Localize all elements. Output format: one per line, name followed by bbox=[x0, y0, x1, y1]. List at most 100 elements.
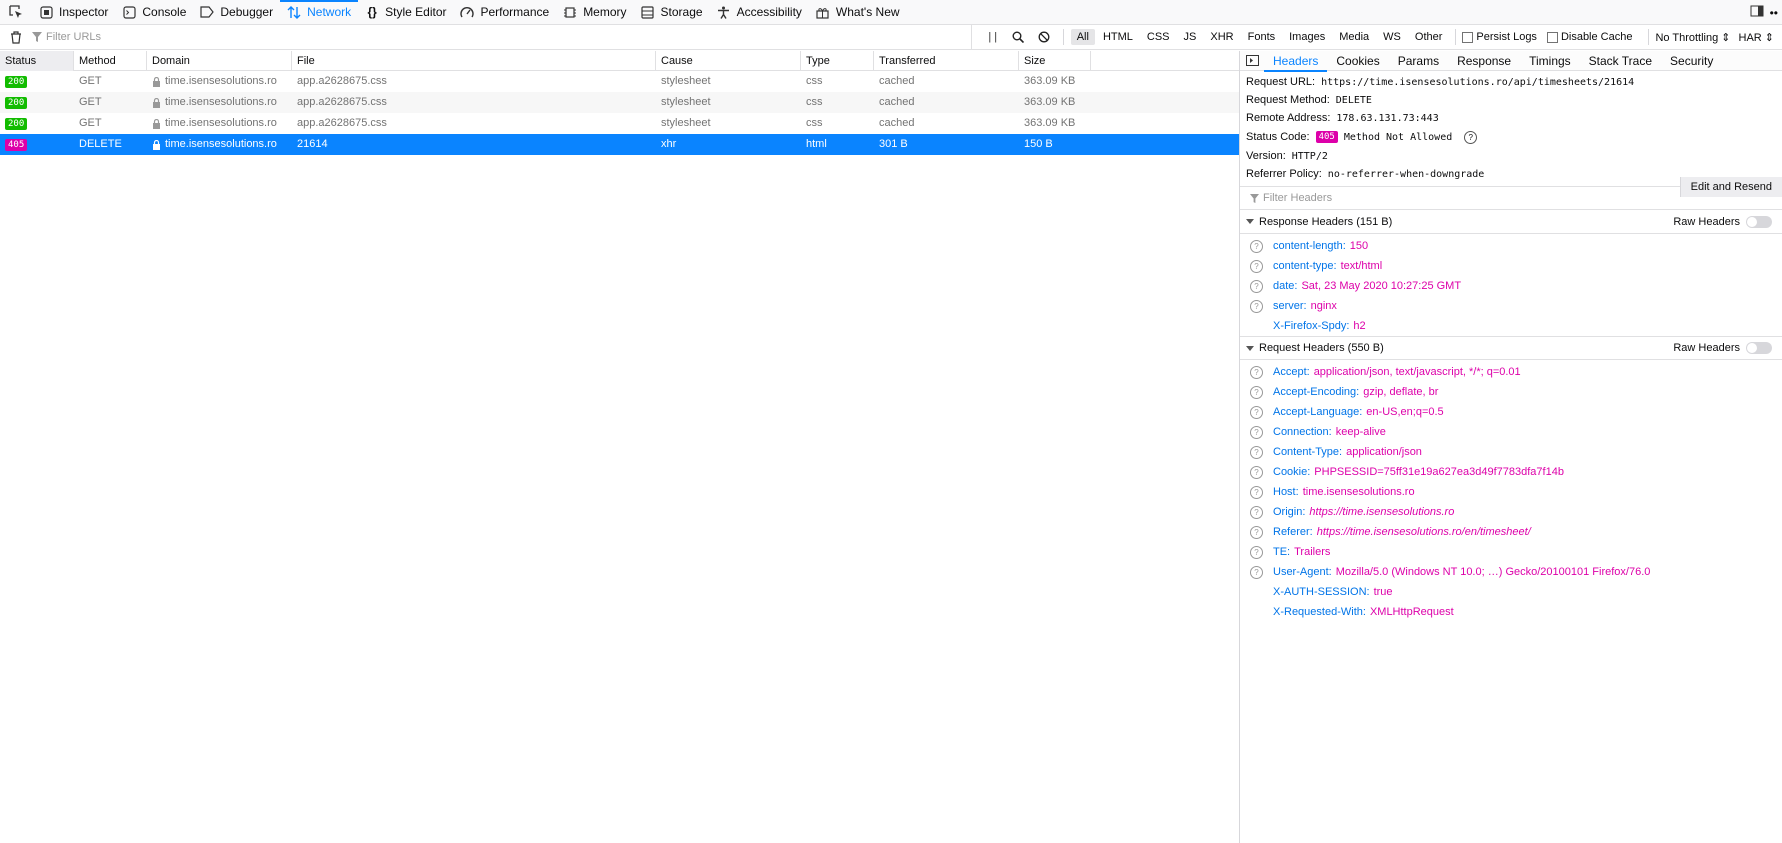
toggle-panel-button[interactable] bbox=[1240, 55, 1264, 66]
clear-button[interactable] bbox=[0, 30, 32, 44]
cell-text: 363.09 KB bbox=[1024, 75, 1076, 87]
header-row[interactable]: ? content-length: 150 bbox=[1240, 236, 1782, 256]
header-row[interactable]: ? Connection: keep-alive bbox=[1240, 422, 1782, 442]
request-headers-section[interactable]: Request Headers (550 B) Raw Headers bbox=[1240, 336, 1782, 360]
tab-console[interactable]: Console bbox=[115, 0, 193, 25]
header-row[interactable]: ? Origin: https://time.isensesolutions.ro bbox=[1240, 502, 1782, 522]
column-header-method[interactable]: Method bbox=[74, 51, 147, 71]
filter-type-other[interactable]: Other bbox=[1409, 29, 1449, 45]
details-tab-response[interactable]: Response bbox=[1448, 51, 1520, 71]
har-menu[interactable]: HAR ⇕ bbox=[1739, 31, 1775, 44]
header-row[interactable]: X-AUTH-SESSION: true bbox=[1240, 582, 1782, 602]
filter-type-all[interactable]: All bbox=[1070, 29, 1095, 45]
tab-memory[interactable]: Memory bbox=[556, 0, 633, 25]
column-header-cause[interactable]: Cause bbox=[656, 51, 801, 71]
help-icon[interactable]: ? bbox=[1250, 365, 1263, 379]
pause-button[interactable]: | | bbox=[980, 31, 1006, 43]
column-header-transferred[interactable]: Transferred bbox=[874, 51, 1019, 71]
help-icon[interactable]: ? bbox=[1250, 545, 1263, 559]
element-picker-button[interactable] bbox=[0, 0, 32, 25]
tab-style-editor[interactable]: {} Style Editor bbox=[358, 0, 453, 25]
request-method: DELETE bbox=[1335, 94, 1372, 106]
response-headers-section[interactable]: Response Headers (151 B) Raw Headers bbox=[1240, 210, 1782, 234]
column-header-file[interactable]: File bbox=[292, 51, 656, 71]
details-tab-timings[interactable]: Timings bbox=[1520, 51, 1580, 71]
column-header-type[interactable]: Type bbox=[801, 51, 874, 71]
throttling-select[interactable]: No Throttling ⇕ bbox=[1655, 31, 1730, 44]
cell-type: html bbox=[801, 134, 874, 155]
header-row[interactable]: ? Host: time.isensesolutions.ro bbox=[1240, 482, 1782, 502]
help-icon[interactable]: ? bbox=[1250, 279, 1263, 293]
table-row[interactable]: 405 DELETE time.isensesolutions.ro 21614 xhr… bbox=[0, 134, 1239, 155]
details-tab-headers[interactable]: Headers bbox=[1264, 51, 1328, 72]
help-icon[interactable]: ? bbox=[1250, 299, 1263, 313]
persist-logs-checkbox[interactable]: Persist Logs bbox=[1462, 31, 1537, 43]
filter-type-js[interactable]: JS bbox=[1178, 29, 1203, 45]
header-row[interactable]: ? content-type: text/html bbox=[1240, 256, 1782, 276]
cell-domain: time.isensesolutions.ro bbox=[147, 113, 292, 134]
header-row[interactable]: ? Accept: application/json, text/javascrip… bbox=[1240, 362, 1782, 382]
table-row[interactable]: 200 GET time.isensesolutions.ro app.a262867… bbox=[0, 92, 1239, 113]
filter-type-html[interactable]: HTML bbox=[1097, 29, 1139, 45]
network-filter-controls: | | All HTML CSS JS XHR Fonts Images Media WS Oth… bbox=[980, 25, 1782, 50]
details-tab-stack-trace[interactable]: Stack Trace bbox=[1580, 51, 1661, 71]
help-icon[interactable]: ? bbox=[1250, 565, 1263, 579]
header-row[interactable]: ? Accept-Encoding: gzip, deflate, br bbox=[1240, 382, 1782, 402]
tab-performance[interactable]: Performance bbox=[453, 0, 556, 25]
header-value: XMLHttpRequest bbox=[1369, 606, 1454, 618]
dock-icon[interactable] bbox=[1750, 4, 1764, 21]
header-row[interactable]: ? date: Sat, 23 May 2020 10:27:25 GMT bbox=[1240, 276, 1782, 296]
tab-debugger[interactable]: Debugger bbox=[193, 0, 280, 25]
table-row[interactable]: 200 GET time.isensesolutions.ro app.a262867… bbox=[0, 113, 1239, 134]
tab-accessibility[interactable]: Accessibility bbox=[710, 0, 809, 25]
header-row[interactable]: ? Content-Type: application/json bbox=[1240, 442, 1782, 462]
disable-cache-checkbox[interactable]: Disable Cache bbox=[1546, 31, 1632, 43]
tab-storage[interactable]: Storage bbox=[634, 0, 710, 25]
details-tab-cookies[interactable]: Cookies bbox=[1327, 51, 1388, 71]
search-button[interactable] bbox=[1006, 31, 1032, 43]
header-row[interactable]: ? Accept-Language: en-US,en;q=0.5 bbox=[1240, 402, 1782, 422]
filter-type-ws[interactable]: WS bbox=[1377, 29, 1407, 45]
block-button[interactable] bbox=[1031, 31, 1057, 43]
help-icon[interactable]: ? bbox=[1250, 505, 1263, 519]
header-row[interactable]: ? Cookie: PHPSESSID=75ff31e19a627ea3d49f77… bbox=[1240, 462, 1782, 482]
element-picker-icon bbox=[9, 5, 22, 18]
help-icon[interactable]: ? bbox=[1250, 405, 1263, 419]
header-row[interactable]: ? User-Agent: Mozilla/5.0 (Windows NT 10.0… bbox=[1240, 562, 1782, 582]
header-value: PHPSESSID=75ff31e19a627ea3d49f7783dfa7f1… bbox=[1314, 466, 1564, 478]
devtools-toolbar: Inspector Console Debugger Network {} Style E… bbox=[0, 0, 1782, 25]
tab-what-s-new[interactable]: What's New bbox=[809, 0, 907, 25]
help-icon[interactable]: ? bbox=[1250, 465, 1263, 479]
column-header-size[interactable]: Size bbox=[1019, 51, 1091, 71]
header-row[interactable]: ? Referer: https://time.isensesolutions.ro… bbox=[1240, 522, 1782, 542]
filter-type-media[interactable]: Media bbox=[1333, 29, 1375, 45]
filter-urls-input[interactable]: Filter URLs bbox=[32, 24, 972, 50]
header-row[interactable]: X-Firefox-Spdy: h2 bbox=[1240, 316, 1782, 336]
header-row[interactable]: ? server: nginx bbox=[1240, 296, 1782, 316]
filter-type-images[interactable]: Images bbox=[1283, 29, 1331, 45]
header-row[interactable]: X-Requested-With: XMLHttpRequest bbox=[1240, 602, 1782, 622]
details-tab-security[interactable]: Security bbox=[1661, 51, 1722, 71]
help-icon[interactable]: ? bbox=[1250, 425, 1263, 439]
edit-and-resend-button[interactable]: Edit and Resend bbox=[1679, 177, 1782, 197]
help-icon[interactable]: ? bbox=[1250, 485, 1263, 499]
help-icon[interactable]: ? bbox=[1250, 259, 1263, 273]
filter-type-css[interactable]: CSS bbox=[1141, 29, 1176, 45]
help-icon[interactable]: ? bbox=[1250, 385, 1263, 399]
filter-type-xhr[interactable]: XHR bbox=[1204, 29, 1239, 45]
raw-headers-toggle[interactable]: Raw Headers bbox=[1673, 342, 1772, 354]
column-header-domain[interactable]: Domain bbox=[147, 51, 292, 71]
header-row[interactable]: ? TE: Trailers bbox=[1240, 542, 1782, 562]
tab-network[interactable]: Network bbox=[280, 0, 359, 25]
details-tab-params[interactable]: Params bbox=[1389, 51, 1448, 71]
filter-type-fonts[interactable]: Fonts bbox=[1242, 29, 1282, 45]
column-header-status[interactable]: Status bbox=[0, 51, 74, 71]
more-icon[interactable]: •• bbox=[1770, 6, 1778, 20]
help-icon[interactable]: ? bbox=[1250, 239, 1263, 253]
help-icon[interactable]: ? bbox=[1250, 445, 1263, 459]
help-icon[interactable]: ? bbox=[1464, 130, 1478, 144]
raw-headers-toggle[interactable]: Raw Headers bbox=[1673, 215, 1772, 228]
table-row[interactable]: 200 GET time.isensesolutions.ro app.a262867… bbox=[0, 71, 1239, 92]
help-icon[interactable]: ? bbox=[1250, 525, 1263, 539]
tab-inspector[interactable]: Inspector bbox=[32, 0, 115, 25]
